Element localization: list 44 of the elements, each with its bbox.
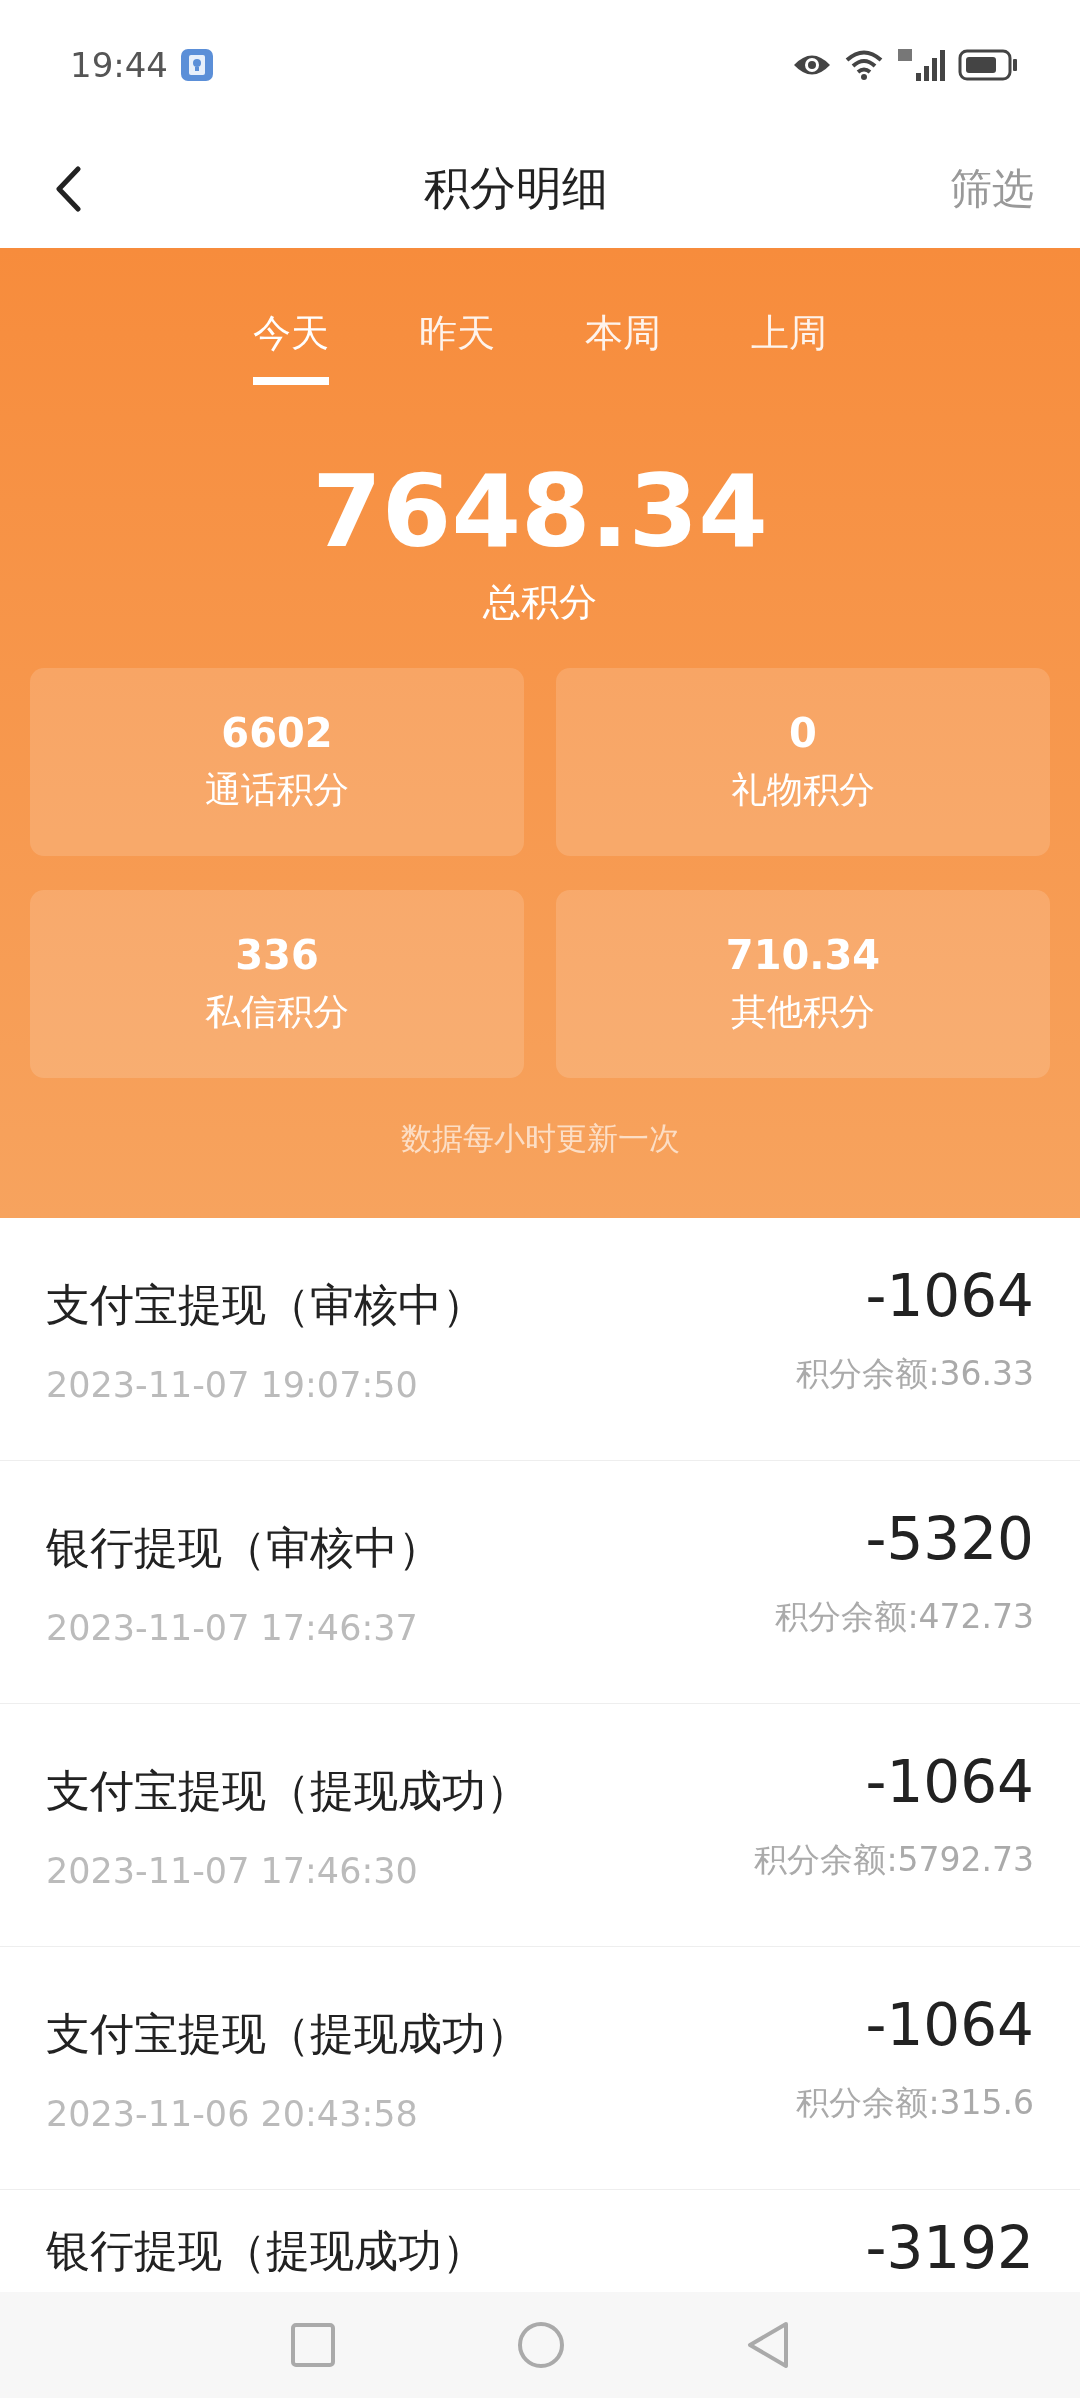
record-amount: -1064 (865, 1991, 1034, 2059)
record-amount: -1064 (865, 1262, 1034, 1330)
stat-value: 710.34 (725, 931, 881, 978)
status-time: 19:44 (70, 45, 168, 85)
record-title: 支付宝提现（审核中） (46, 1278, 486, 1332)
page-title: 积分明细 (424, 160, 608, 217)
home-icon[interactable] (516, 2320, 566, 2370)
record-amount: -1064 (865, 1748, 1034, 1816)
stat-value: 0 (789, 709, 817, 756)
total-points-value: 7648.34 (312, 457, 768, 567)
record-title: 支付宝提现（提现成功） (46, 1764, 530, 1818)
record-title: 银行提现（提现成功） (46, 2224, 486, 2278)
update-note: 数据每小时更新一次 (400, 1119, 680, 1158)
stat-value: 6602 (221, 709, 333, 756)
record-row[interactable]: 支付宝提现（提现成功） 2023-11-06 20:43:58 -1064 积分余额:315.6 (0, 1947, 1080, 2190)
back-nav-icon[interactable] (746, 2320, 790, 2370)
total-points-label: 总积分 (483, 579, 597, 626)
record-balance: 积分余额:472.73 (775, 1596, 1034, 1638)
back-icon[interactable] (54, 166, 82, 212)
record-time: 2023-11-06 20:43:58 (46, 2094, 419, 2134)
wifi-icon (844, 49, 884, 81)
battery-icon (958, 49, 1018, 81)
record-amount: -5320 (865, 1505, 1034, 1573)
record-time: 2023-11-07 19:07:50 (46, 1365, 419, 1405)
record-amount: -3192 (865, 2214, 1034, 2282)
stat-label: 通话积分 (205, 767, 349, 812)
stat-label: 礼物积分 (731, 767, 875, 812)
stat-label: 其他积分 (731, 989, 875, 1034)
app-notification-icon (180, 48, 214, 82)
stat-label: 私信积分 (205, 989, 349, 1034)
record-row[interactable]: 银行提现（提现成功） -3192 (0, 2190, 1080, 2292)
record-row[interactable]: 银行提现（审核中） 2023-11-07 17:46:37 -5320 积分余额:472.73 (0, 1461, 1080, 1704)
recents-icon[interactable] (290, 2322, 336, 2368)
record-row[interactable]: 支付宝提现（审核中） 2023-11-07 19:07:50 -1064 积分余额:36.33 (0, 1218, 1080, 1461)
record-time: 2023-11-07 17:46:37 (46, 1608, 419, 1648)
record-row[interactable]: 支付宝提现（提现成功） 2023-11-07 17:46:30 -1064 积分余额:5792.73 (0, 1704, 1080, 1947)
record-title: 银行提现（审核中） (46, 1521, 442, 1575)
record-title: 支付宝提现（提现成功） (46, 2007, 530, 2061)
signal-icon (896, 47, 946, 83)
stat-value: 336 (235, 931, 319, 978)
record-balance: 积分余额:5792.73 (754, 1839, 1034, 1881)
record-balance: 积分余额:36.33 (796, 1353, 1034, 1395)
record-balance: 积分余额:315.6 (796, 2082, 1034, 2124)
record-time: 2023-11-07 17:46:30 (46, 1851, 419, 1891)
